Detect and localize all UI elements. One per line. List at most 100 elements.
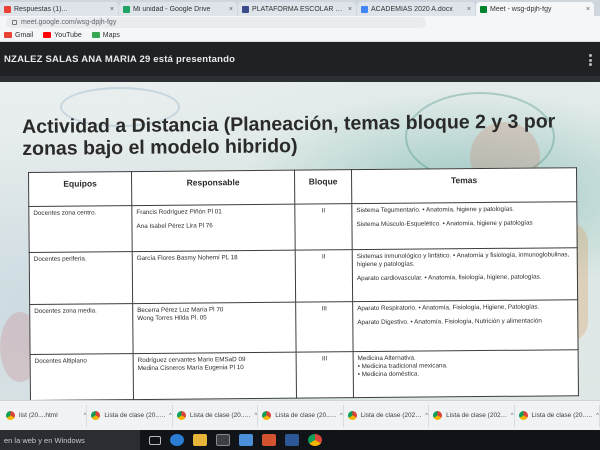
download-file-name: Lista de clase (20....html: [189, 412, 253, 419]
cell-responsable: Becerra Pérez Luz María Pl 70 Wong Torre…: [132, 302, 297, 354]
chrome-file-icon: [262, 411, 272, 420]
task-view-icon[interactable]: [149, 435, 161, 445]
cell-equipo: Docentes periferia.: [29, 251, 133, 305]
bookmark-label: Gmail: [15, 31, 34, 39]
tema-text: Aparato Respiratorio. • Anatomía, Fisiol…: [357, 303, 540, 313]
cell-equipo: Docentes Altiplano: [30, 353, 134, 401]
search-box-text: en la web y en Windows: [4, 435, 85, 445]
mail-icon[interactable]: [239, 434, 253, 446]
planning-table: Equipos Responsable Bloque Temas Docente…: [28, 167, 579, 401]
chrome-file-icon: [518, 411, 528, 420]
chevron-up-icon[interactable]: ^: [169, 413, 172, 419]
cell-bloque: III: [295, 301, 354, 353]
responsable-name: Wong Torres Hilda Pl. 05: [137, 314, 207, 323]
cell-bloque: II: [295, 249, 353, 303]
cell-temas: Sistemas inmunológico y linfático. • Ana…: [352, 247, 578, 302]
chrome-file-icon: [347, 411, 357, 420]
column-header-equipos: Equipos: [28, 171, 132, 207]
chevron-up-icon[interactable]: ^: [511, 413, 514, 419]
column-header-responsable: Responsable: [131, 170, 295, 206]
close-icon[interactable]: ×: [348, 6, 352, 13]
responsable-name: García Flores Basmy Nohemí PL 18: [136, 254, 238, 263]
close-icon[interactable]: ×: [467, 6, 471, 13]
browser-tab-5[interactable]: Meet - wsg-dpjh-fgy ×: [476, 2, 594, 16]
tema-text: Sistema Tegumentario. • Anatomía, higien…: [356, 205, 515, 215]
tema-text: Sistemas inmunológico y linfático. • Ana…: [356, 251, 570, 269]
forms-icon: [4, 5, 11, 13]
table-row: Docentes Altiplano Rodríguez cervantes M…: [30, 349, 579, 401]
chevron-up-icon[interactable]: ^: [340, 413, 343, 419]
cell-equipo: Docentes zona media.: [29, 303, 134, 355]
bookmark-youtube[interactable]: YouTube: [43, 32, 82, 39]
download-item[interactable]: Lista de clase (20....html ^: [258, 404, 344, 427]
file-explorer-icon[interactable]: [193, 434, 207, 446]
tab-title: Mi unidad - Google Drive: [133, 5, 211, 13]
browser-tab-strip: Respuestas (1)... × Mi unidad - Google D…: [0, 0, 600, 16]
word-icon[interactable]: [285, 434, 299, 446]
more-options-icon[interactable]: [589, 54, 592, 66]
cell-responsable: García Flores Basmy Nohemí PL 18: [132, 250, 296, 304]
close-icon[interactable]: ×: [586, 6, 590, 13]
column-header-temas: Temas: [351, 167, 577, 204]
browser-tab-4[interactable]: ACADEMIAS 2020 A.docx ×: [357, 2, 475, 16]
responsable-name: Francis Rodríguez Piñón Pl 01: [136, 208, 222, 217]
gmail-icon: [4, 32, 12, 38]
chrome-file-icon: [433, 411, 443, 420]
column-header-bloque: Bloque: [294, 169, 352, 205]
download-file-name: Lista de clase (202....html: [446, 412, 509, 419]
presenter-bar: NZALEZ SALAS ANA MARIA 29 está presentan…: [0, 42, 600, 76]
download-item[interactable]: Lista de clase (202....csv ^: [344, 404, 430, 427]
close-icon[interactable]: ×: [110, 6, 114, 13]
powerpoint-icon[interactable]: [262, 434, 276, 446]
cell-responsable: Francis Rodríguez Piñón Pl 01 Ana Isabel…: [131, 204, 296, 252]
download-item[interactable]: Lista de clase (20....html ^: [173, 404, 259, 427]
bookmark-label: Maps: [102, 31, 120, 39]
chevron-up-icon[interactable]: ^: [596, 413, 599, 419]
store-icon[interactable]: [216, 434, 230, 446]
download-item[interactable]: Lista de clase (20....html ^: [515, 404, 600, 427]
bookmark-label: YouTube: [54, 31, 82, 39]
close-icon[interactable]: ×: [229, 6, 233, 13]
url-text: meet.google.com/wsg-dpjh-fgy: [21, 19, 117, 26]
browser-tab-2[interactable]: Mi unidad - Google Drive ×: [119, 2, 237, 16]
url-field[interactable]: meet.google.com/wsg-dpjh-fgy: [6, 17, 426, 28]
bookmark-maps[interactable]: Maps: [91, 31, 120, 39]
browser-tab-1[interactable]: Respuestas (1)... ×: [0, 2, 118, 16]
chevron-up-icon[interactable]: ^: [254, 413, 257, 419]
download-file-name: Lista de clase (20....html: [275, 412, 338, 419]
chrome-file-icon: [176, 411, 186, 420]
chevron-up-icon[interactable]: ^: [425, 413, 428, 419]
download-file-name: Lista de clase (20....html: [104, 412, 167, 419]
meet-icon: [480, 5, 487, 13]
bookmarks-bar: Gmail YouTube Maps: [0, 29, 600, 42]
tab-title: ACADEMIAS 2020 A.docx: [371, 5, 453, 13]
bookmark-gmail[interactable]: Gmail: [4, 32, 33, 39]
youtube-icon: [43, 32, 52, 38]
chevron-up-icon[interactable]: ^: [84, 413, 87, 419]
download-item[interactable]: Lista de clase (202....html ^: [429, 404, 515, 427]
table-row: Docentes periferia. García Flores Basmy …: [29, 247, 578, 305]
taskbar-search-box[interactable]: en la web y en Windows: [0, 430, 140, 450]
tab-title: Meet - wsg-dpjh-fgy: [490, 5, 552, 13]
tab-title: Respuestas (1)...: [14, 5, 68, 13]
downloads-bar: list (20....html ^ Lista de clase (20...…: [0, 400, 600, 430]
download-item[interactable]: Lista de clase (20....html ^: [87, 404, 173, 427]
download-file-name: list (20....html: [19, 412, 58, 419]
chrome-file-icon: [6, 411, 15, 420]
chrome-icon[interactable]: [308, 434, 322, 446]
school-platform-icon: [242, 5, 249, 13]
download-item[interactable]: list (20....html ^: [2, 404, 88, 427]
slide-title: Actividad a Distancia (Planeación, temas…: [22, 110, 556, 160]
table-row: Docentes zona centro. Francis Rodríguez …: [28, 201, 578, 253]
tema-text: Aparato Digestivo. • Anatomía, Fisiologí…: [357, 317, 542, 327]
presentation-slide: Actividad a Distancia (Planeación, temas…: [0, 82, 600, 401]
cell-responsable: Rodríguez cervantes Mario EMSaD 09 Medin…: [133, 352, 297, 400]
address-bar: meet.google.com/wsg-dpjh-fgy: [0, 16, 600, 29]
tab-title: PLATAFORMA ESCOLAR COBACH: [252, 5, 345, 13]
chrome-file-icon: [91, 411, 101, 420]
edge-icon[interactable]: [170, 434, 184, 446]
download-file-name: Lista de clase (202....csv: [360, 412, 424, 419]
cell-temas: Aparato Respiratorio. • Anatomía, Fisiol…: [352, 299, 579, 352]
tema-text: • Medicina doméstica.: [357, 370, 420, 379]
browser-tab-3[interactable]: PLATAFORMA ESCOLAR COBACH ×: [238, 2, 356, 16]
